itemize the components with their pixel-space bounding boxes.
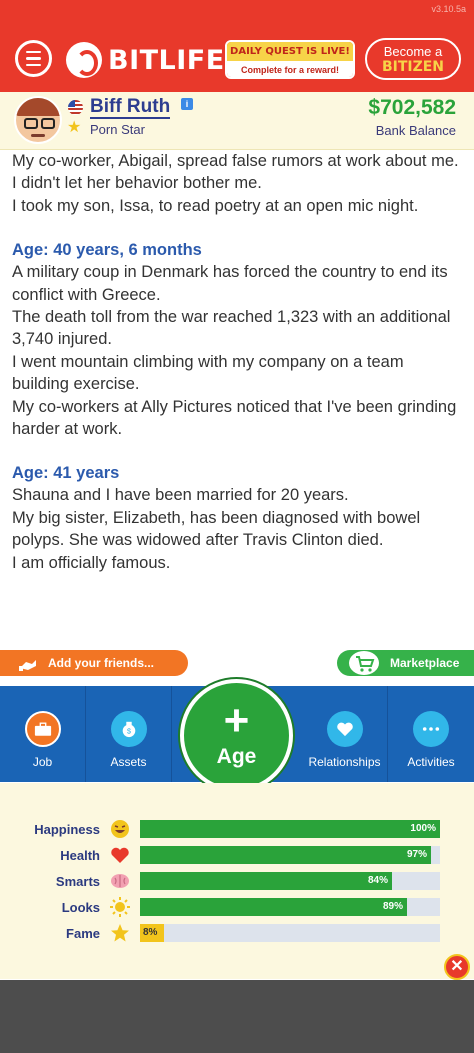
stat-bar-fill: 89% xyxy=(140,898,407,916)
log-entry: My co-workers at Ally Pictures noticed t… xyxy=(12,397,457,439)
bitizen-line-2: BITIZEN xyxy=(381,59,445,75)
life-log[interactable]: My co-worker, Abigail, spread false rumo… xyxy=(0,150,474,644)
log-entry: A military coup in Denmark has forced th… xyxy=(12,263,448,304)
occupation-label: Porn Star xyxy=(90,122,145,137)
age-heading: Age: 40 years, 6 months xyxy=(12,241,202,260)
nav-assets[interactable]: $ Assets xyxy=(86,686,172,782)
stat-bar: 97% xyxy=(140,846,440,864)
info-icon[interactable]: i xyxy=(181,98,193,110)
stat-value: 100% xyxy=(410,823,436,834)
age-button[interactable]: + Age xyxy=(180,679,293,792)
money-bag-icon: $ xyxy=(110,711,147,747)
stat-row-health: Health 97% xyxy=(0,844,474,866)
heart-icon xyxy=(111,847,129,863)
log-entry: I am officially famous. xyxy=(12,553,171,572)
stat-value: 84% xyxy=(367,875,388,886)
brain-icon xyxy=(111,874,129,888)
star-icon xyxy=(111,924,129,942)
stat-bar: 100% xyxy=(140,820,440,838)
stat-bar-fill: 8% xyxy=(140,924,164,942)
cart-icon xyxy=(349,651,379,675)
more-dots-icon xyxy=(413,711,449,747)
stats-panel: Happiness 100% Health 97% Smarts 84% Loo… xyxy=(0,783,474,979)
logo-text: BITLIFE xyxy=(108,44,225,76)
daily-quest-button[interactable]: DAILY QUEST IS LIVE! Complete for a rewa… xyxy=(225,40,355,79)
age-button-label: Age xyxy=(216,745,257,768)
log-entry: I went mountain climbing with my company… xyxy=(12,352,404,394)
log-entry: My co-worker, Abigail, spread false rumo… xyxy=(12,152,459,193)
close-ad-button[interactable]: ✕ xyxy=(444,954,470,980)
star-icon: ★ xyxy=(67,119,82,136)
bank-balance-label: Bank Balance xyxy=(375,123,456,138)
marketplace-label: Marketplace xyxy=(390,656,460,670)
age-heading: Age: 41 years xyxy=(12,464,120,483)
stat-value: 97% xyxy=(406,849,427,860)
heart-icon xyxy=(326,711,363,747)
stat-bar: 84% xyxy=(140,872,440,890)
stat-value: 89% xyxy=(382,901,403,912)
stat-bar-fill: 97% xyxy=(140,846,431,864)
logo-icon xyxy=(66,42,102,78)
stat-label: Happiness xyxy=(34,822,100,837)
stat-bar: 8% xyxy=(140,924,440,942)
stat-value: 8% xyxy=(143,927,158,938)
log-entry: My big sister, Elizabeth, has been diagn… xyxy=(12,508,421,550)
bitizen-line-1: Become a xyxy=(383,44,443,59)
nav-activities[interactable]: Activities xyxy=(388,686,474,782)
hand-icon xyxy=(19,660,36,671)
stat-bar-fill: 84% xyxy=(140,872,392,890)
bank-balance-value: $702,582 xyxy=(368,96,456,119)
version-label: v3.10.5a xyxy=(431,4,466,14)
menu-button[interactable] xyxy=(15,40,52,77)
nav-relationships-label: Relationships xyxy=(308,755,381,769)
profile-bar: Biff Ruth i ★ Porn Star $702,582 Bank Ba… xyxy=(0,92,474,150)
stat-row-fame: Fame 8% xyxy=(0,922,474,944)
log-entry: I took my son, Issa, to read poetry at a… xyxy=(12,196,419,215)
ad-banner[interactable] xyxy=(0,980,474,1053)
quest-subtitle: Complete for a reward! xyxy=(227,61,353,77)
svg-text:$: $ xyxy=(127,727,131,736)
stat-bar: 89% xyxy=(140,898,440,916)
quest-title: DAILY QUEST IS LIVE! xyxy=(227,42,353,61)
add-friends-label: Add your friends... xyxy=(48,656,155,670)
log-entry: The death toll from the war reached 1,32… xyxy=(12,308,451,349)
top-bar: v3.10.5a BITLIFE DAILY QUEST IS LIVE! Co… xyxy=(0,0,474,92)
nav-job[interactable]: Job xyxy=(0,686,86,782)
nav-job-label: Job xyxy=(32,755,53,769)
stat-label: Fame xyxy=(66,926,100,941)
plus-icon: + xyxy=(223,696,250,745)
stat-label: Looks xyxy=(61,900,100,915)
nav-assets-label: Assets xyxy=(110,755,147,769)
bitlife-logo: BITLIFE xyxy=(66,40,225,80)
stat-label: Smarts xyxy=(55,874,100,889)
briefcase-icon xyxy=(24,711,61,747)
stat-bar-fill: 100% xyxy=(140,820,440,838)
stat-row-looks: Looks 89% xyxy=(0,896,474,918)
log-entry: Shauna and I have been married for 20 ye… xyxy=(12,486,349,505)
nav-activities-label: Activities xyxy=(407,755,455,769)
stat-row-smarts: Smarts 84% xyxy=(0,870,474,892)
stat-label: Health xyxy=(60,848,100,863)
character-name[interactable]: Biff Ruth xyxy=(90,96,171,119)
us-flag-icon xyxy=(68,100,83,115)
nav-relationships[interactable]: Relationships xyxy=(302,686,388,782)
grin-emoji-icon xyxy=(111,820,129,838)
stat-row-happiness: Happiness 100% xyxy=(0,818,474,840)
marketplace-button[interactable]: Marketplace xyxy=(337,650,474,676)
add-friends-button[interactable]: Add your friends... xyxy=(0,650,188,676)
sun-icon xyxy=(110,897,130,917)
become-bitizen-button[interactable]: Become a BITIZEN xyxy=(365,38,461,80)
avatar[interactable] xyxy=(14,96,62,144)
